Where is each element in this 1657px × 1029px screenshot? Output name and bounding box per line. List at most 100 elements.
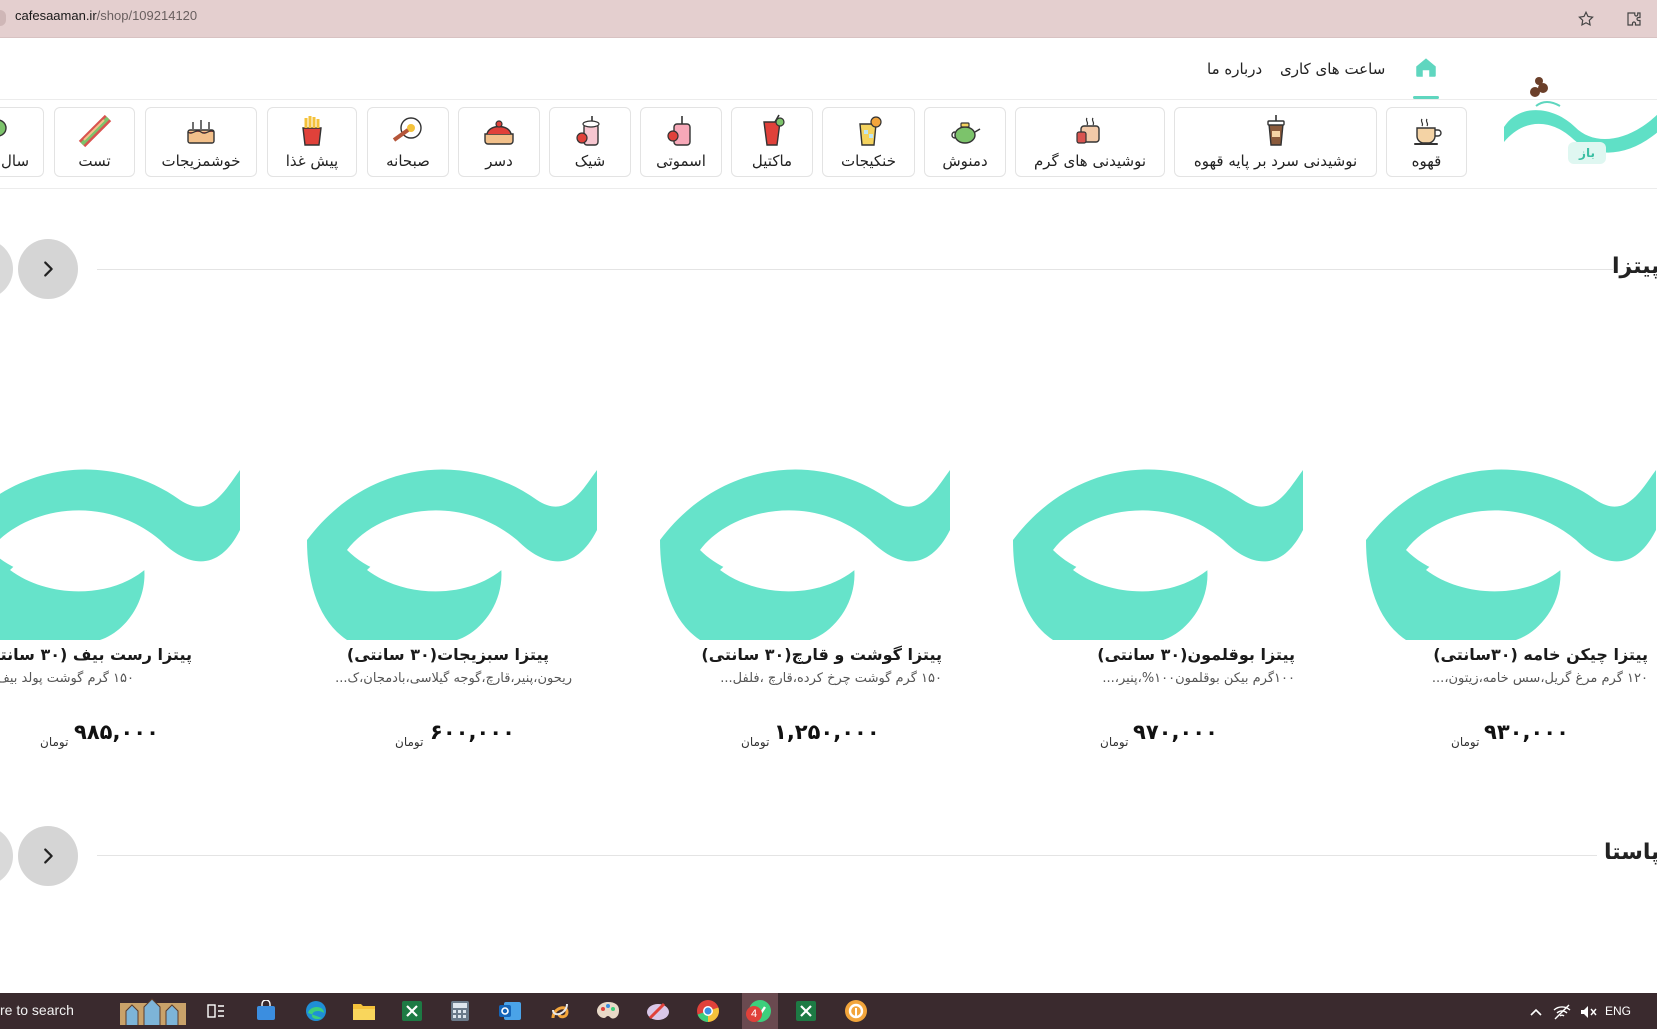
product-card[interactable]: پیتزا سبزیجات(۳۰ سانتی) ریحون،پنیر،قارچ،…	[307, 440, 597, 760]
category-herbal-tea[interactable]: دمنوش	[924, 107, 1006, 177]
price-unit: تومان	[395, 735, 424, 749]
chevron-right-icon	[44, 261, 53, 277]
carousel-next-button[interactable]	[18, 826, 78, 886]
product-card[interactable]: پیتزا رست بیف (۳۰ سانتی) ۱۵۰ گرم گوشت پو…	[0, 440, 240, 760]
task-view-icon[interactable]	[202, 997, 230, 1025]
category-toast[interactable]: تست	[54, 107, 135, 177]
fries-icon	[302, 116, 322, 146]
product-description: ۱۵۰ گرم گوشت پولد بیف،پنیر،...	[0, 671, 134, 686]
windows-taskbar: re to search 4 ENG	[0, 993, 1657, 1029]
home-tab-underline	[1413, 96, 1439, 99]
outlook-icon[interactable]	[496, 997, 524, 1025]
category-label: دمنوش	[942, 152, 988, 170]
carousel-prev-button[interactable]	[0, 826, 13, 886]
vpn-app-icon[interactable]	[842, 997, 870, 1025]
product-name: پیتزا گوشت و قارچ(۳۰ سانتی)	[701, 645, 942, 664]
product-description: ۱۲۰ گرم مرغ گریل،سس خامه،زیتون،...	[1431, 671, 1648, 686]
paint-palette-icon[interactable]	[594, 997, 622, 1025]
product-card[interactable]: پیتزا گوشت و قارچ(۳۰ سانتی) ۱۵۰ گرم گوشت…	[660, 440, 950, 760]
chrome-icon[interactable]	[694, 997, 722, 1025]
product-price: ۱,۲۵۰,۰۰۰	[774, 720, 880, 744]
category-salad[interactable]: سال	[0, 107, 44, 177]
category-iced-coffee[interactable]: نوشیدنی سرد بر پایه قهوه	[1174, 107, 1377, 177]
category-coffee[interactable]: قهوه	[1386, 107, 1467, 177]
extensions-puzzle-icon[interactable]	[1619, 4, 1649, 34]
language-indicator[interactable]: ENG	[1605, 1004, 1631, 1018]
cake-icon	[187, 120, 215, 144]
category-label: شیک	[574, 152, 606, 170]
smoothie-icon	[667, 116, 691, 146]
category-label: سال	[1, 152, 30, 170]
category-appetizer[interactable]: پیش غذا	[267, 107, 357, 177]
file-explorer-icon[interactable]	[350, 997, 378, 1025]
volume-mute-icon[interactable]	[1579, 1004, 1597, 1020]
bookmark-star-icon[interactable]	[1571, 4, 1601, 34]
home-icon	[1416, 58, 1436, 77]
nav-about-us[interactable]: درباره ما	[1207, 60, 1262, 78]
category-label: اسموتی	[656, 152, 706, 170]
store-icon[interactable]	[252, 997, 280, 1025]
chevron-up-icon[interactable]	[1529, 1005, 1543, 1019]
category-mocktail[interactable]: ماکتیل	[731, 107, 813, 177]
section-title-pizza: پیتزا	[1612, 254, 1657, 279]
site-info-icon[interactable]	[0, 10, 6, 26]
category-label: ماکتیل	[751, 152, 793, 170]
product-price: ۹۳۰,۰۰۰	[1484, 720, 1569, 744]
section-title-pasta: پاستا	[1604, 840, 1657, 865]
product-name: پیتزا رست بیف (۳۰ سانتی)	[0, 645, 192, 664]
category-label: پیش غذا	[285, 152, 339, 170]
category-smoothie[interactable]: اسموتی	[640, 107, 722, 177]
product-name: پیتزا سبزیجات(۳۰ سانتی)	[346, 645, 549, 664]
nav-working-hours[interactable]: ساعت های کاری	[1280, 60, 1385, 78]
hot-drinks-icon	[1076, 117, 1100, 144]
category-label: تست	[78, 152, 111, 170]
product-price: ۹۸۵,۰۰۰	[74, 720, 159, 744]
product-name: پیتزا بوقلمون(۳۰ سانتی)	[1097, 645, 1295, 664]
category-dessert[interactable]: دسر	[458, 107, 540, 177]
category-divider	[0, 188, 1657, 189]
product-card[interactable]: پیتزا چیکن خامه (۳۰سانتی) ۱۲۰ گرم مرغ گر…	[1366, 440, 1656, 760]
product-placeholder-image	[660, 460, 950, 640]
search-highlight-icon[interactable]	[118, 997, 188, 1025]
network-off-icon[interactable]	[1553, 1004, 1571, 1020]
browser-address-bar: cafesaaman.ir/shop/109214120	[0, 0, 1657, 38]
carousel-next-button[interactable]	[18, 239, 78, 299]
mocktail-icon	[763, 114, 785, 146]
section-divider	[97, 855, 1597, 856]
category-label: خوشمزیجات	[161, 152, 241, 170]
product-price: ۶۰۰,۰۰۰	[430, 720, 515, 744]
cold-drink-icon	[858, 116, 882, 146]
category-breakfast[interactable]: صبحانه	[367, 107, 449, 177]
category-cold-drinks[interactable]: خنکیجات	[822, 107, 915, 177]
excel-window-icon[interactable]	[792, 997, 820, 1025]
edge-browser-icon[interactable]	[302, 997, 330, 1025]
price-unit: تومان	[741, 735, 770, 749]
excel-icon[interactable]	[398, 997, 426, 1025]
category-shake[interactable]: شیک	[549, 107, 631, 177]
paint-brush-icon[interactable]	[644, 997, 672, 1025]
home-tab[interactable]	[1412, 54, 1442, 100]
category-label: دسر	[485, 152, 513, 170]
taskbar-search-box[interactable]: re to search	[0, 1002, 74, 1018]
teapot-icon	[951, 122, 981, 144]
toast-icon	[78, 114, 111, 148]
category-label: قهوه	[1411, 152, 1442, 170]
product-price: ۹۷۰,۰۰۰	[1133, 720, 1218, 744]
carousel-prev-button[interactable]	[0, 239, 13, 299]
category-delicacies[interactable]: خوشمزیجات	[145, 107, 257, 177]
product-description: ریحون،پنیر،قارچ،گوجه گیلاسی،بادمجان،ک...	[335, 671, 572, 686]
shake-icon	[576, 116, 600, 146]
category-label: خنکیجات	[841, 152, 896, 170]
category-hot-drinks[interactable]: نوشیدنی های گرم	[1015, 107, 1165, 177]
product-description: ۱۰۰گرم بیکن بوقلمون۱۰۰%،پنیر،...	[1102, 671, 1295, 686]
url-domain: cafesaaman.ir	[15, 8, 97, 23]
product-description: ۱۵۰ گرم گوشت چرخ کرده،قارچ ،فلفل...	[720, 671, 942, 686]
app-swirl-icon[interactable]	[546, 997, 574, 1025]
product-card[interactable]: پیتزا بوقلمون(۳۰ سانتی) ۱۰۰گرم بیکن بوقل…	[1013, 440, 1303, 760]
url-field[interactable]: cafesaaman.ir/shop/109214120	[15, 8, 197, 23]
calculator-icon[interactable]	[446, 997, 474, 1025]
section-divider	[97, 269, 1614, 270]
url-path: /shop/109214120	[96, 8, 198, 23]
coffee-cup-icon	[1413, 118, 1442, 145]
chevron-right-icon	[44, 848, 53, 864]
